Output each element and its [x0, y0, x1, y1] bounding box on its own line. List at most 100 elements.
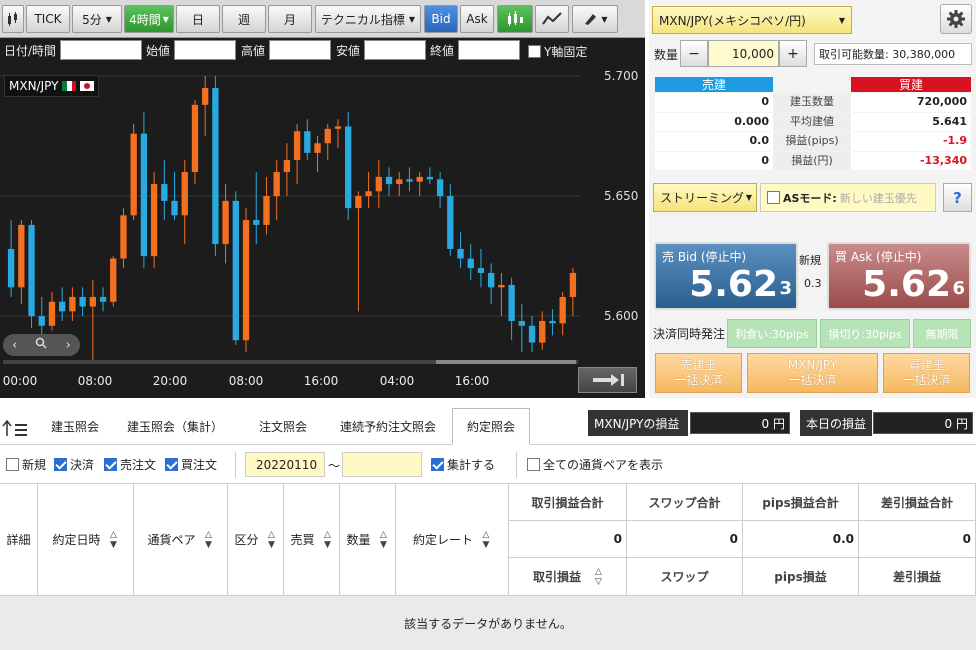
- column-header[interactable]: 約定日時 △ ▼: [38, 484, 134, 596]
- month-button[interactable]: 月: [268, 5, 312, 33]
- scroll-right-icon[interactable]: ›: [66, 338, 71, 353]
- day-button[interactable]: 日: [176, 5, 220, 33]
- close-all-buy-button[interactable]: 買建玉 一括決済: [883, 353, 970, 393]
- candlestick-chart[interactable]: 5.700 5.650 5.600: [0, 64, 645, 369]
- buy-ask-price-button[interactable]: 買 Ask (停止中) 5.62 6: [827, 242, 971, 310]
- x-tick-label: 16:00: [455, 374, 490, 388]
- candle-body: [498, 284, 505, 288]
- sell-value: 0: [655, 151, 773, 170]
- candle: [385, 167, 393, 197]
- column-header[interactable]: 数量 △ ▼: [340, 484, 396, 596]
- sort-arrows-icon[interactable]: △ ▼: [267, 530, 277, 550]
- candle: [436, 172, 444, 209]
- column-header[interactable]: 詳細: [0, 484, 38, 596]
- date-to-input[interactable]: [342, 452, 422, 477]
- quantity-plus-button[interactable]: +: [779, 40, 807, 67]
- candle-body: [508, 284, 515, 321]
- x-tick-label: 04:00: [380, 374, 415, 388]
- candle: [48, 292, 56, 331]
- tab-2[interactable]: 建玉照会（集計）: [117, 408, 233, 445]
- summary-subheader[interactable]: 差引損益: [859, 558, 976, 596]
- sort-arrows-icon[interactable]: △ ▼: [323, 530, 333, 550]
- interval-5m-select[interactable]: 5分 ▼: [72, 5, 122, 33]
- sort-list-icon[interactable]: [0, 414, 30, 442]
- stop-loss-button[interactable]: 損切り:30pips: [820, 319, 910, 348]
- pair-pl-value: 0 円: [690, 412, 790, 434]
- position-metric-label: 損益(pips): [773, 132, 851, 151]
- help-button[interactable]: ?: [943, 183, 972, 212]
- candle-type-icon[interactable]: [2, 5, 24, 33]
- filter-new-checkbox[interactable]: 新規: [6, 456, 46, 473]
- position-metric-label: 建玉数量: [773, 93, 851, 112]
- candle-body: [38, 316, 45, 326]
- sort-arrows-icon[interactable]: △ ▼: [109, 530, 119, 550]
- summary-subheader[interactable]: スワップ: [627, 558, 743, 596]
- column-header[interactable]: 約定レート △ ▼: [396, 484, 509, 596]
- quantity-input[interactable]: 10,000: [708, 40, 779, 67]
- take-profit-button[interactable]: 利食い:30pips: [727, 319, 817, 348]
- magnifier-icon[interactable]: [35, 337, 48, 353]
- chart-scrollbar-thumb[interactable]: [436, 360, 576, 364]
- bid-toggle[interactable]: Bid: [424, 5, 458, 33]
- expiry-button[interactable]: 無期限: [913, 319, 971, 348]
- tick-button[interactable]: TICK: [26, 5, 70, 33]
- close-all-sell-button[interactable]: 売建玉 一括決済: [655, 353, 742, 393]
- column-header[interactable]: 区分 △ ▼: [228, 484, 284, 596]
- column-header-label: 売買: [290, 533, 315, 547]
- candle-body: [293, 131, 301, 161]
- open-label: 始値: [146, 44, 171, 58]
- streaming-select[interactable]: ストリーミング ▼: [653, 183, 757, 212]
- candle: [426, 167, 434, 185]
- candle: [324, 124, 331, 161]
- close-all-pair-button[interactable]: MXN/JPY 一括決済: [747, 353, 878, 393]
- summary-subheader-label: スワップ: [660, 570, 709, 584]
- candlestick-chart-icon[interactable]: [497, 5, 533, 33]
- sort-arrows-icon[interactable]: △ ▽: [595, 567, 602, 587]
- sort-arrows-icon[interactable]: △ ▼: [481, 530, 491, 550]
- filter-sell-checkbox[interactable]: 売注文: [104, 456, 156, 473]
- currency-pair-select[interactable]: MXN/JPY(メキシコペソ/円) ▼: [652, 6, 852, 34]
- scroll-left-icon[interactable]: ‹: [12, 338, 17, 353]
- sell-bid-label: 売 Bid (停止中): [662, 250, 747, 264]
- candle-body: [477, 268, 485, 273]
- sort-arrows-icon[interactable]: △ ▼: [204, 530, 214, 550]
- interval-4h-select[interactable]: 4時間 ▼: [124, 5, 174, 33]
- filter-buy-checkbox[interactable]: 買注文: [165, 456, 217, 473]
- tab-5[interactable]: 約定照会: [452, 408, 530, 445]
- filter-settle-checkbox[interactable]: 決済: [54, 456, 94, 473]
- sell-bid-price-button[interactable]: 売 Bid (停止中) 5.62 3: [654, 242, 798, 310]
- column-header-label: 通貨ペア: [147, 533, 196, 547]
- as-mode-checkbox[interactable]: [767, 191, 780, 204]
- tab-3[interactable]: 注文照会: [245, 408, 321, 445]
- column-header[interactable]: 通貨ペア △ ▼: [134, 484, 228, 596]
- ask-toggle[interactable]: Ask: [460, 5, 494, 33]
- close-buy-line1: 買建玉: [908, 358, 945, 372]
- open-value: [174, 40, 236, 60]
- summary-header: 取引損益合計: [509, 484, 627, 521]
- candle: [161, 160, 168, 221]
- candle: [110, 256, 117, 307]
- show-all-pairs-checkbox[interactable]: 全ての通貨ペアを表示: [527, 456, 663, 473]
- as-mode-control[interactable]: ASモード: 新しい建玉優先: [760, 183, 936, 212]
- tab-1[interactable]: 建玉照会: [37, 408, 113, 445]
- settings-button[interactable]: [940, 4, 972, 34]
- week-button[interactable]: 週: [222, 5, 266, 33]
- candle-body: [396, 179, 403, 185]
- date-from-input[interactable]: 20220110: [245, 452, 325, 477]
- scroll-to-latest-button[interactable]: [578, 367, 637, 393]
- column-header[interactable]: 売買 △ ▼: [284, 484, 340, 596]
- aggregate-checkbox[interactable]: 集計する: [431, 456, 495, 473]
- technical-indicator-select[interactable]: テクニカル指標 ▼: [315, 5, 421, 33]
- line-chart-icon[interactable]: [535, 5, 569, 33]
- summary-subheader[interactable]: pips損益: [743, 558, 859, 596]
- y-tick-label: 5.650: [604, 189, 638, 203]
- yaxis-fix-checkbox[interactable]: Y軸固定: [528, 43, 587, 60]
- summary-header: pips損益合計: [743, 484, 859, 521]
- summary-subheader[interactable]: 取引損益 △ ▽: [509, 558, 627, 596]
- candle: [232, 191, 239, 345]
- sort-arrows-icon[interactable]: △ ▼: [379, 530, 389, 550]
- draw-tool-icon[interactable]: ▼: [572, 5, 618, 33]
- quantity-minus-button[interactable]: −: [680, 40, 708, 67]
- tab-4[interactable]: 連続予約注文照会: [325, 408, 451, 445]
- candle: [539, 311, 546, 350]
